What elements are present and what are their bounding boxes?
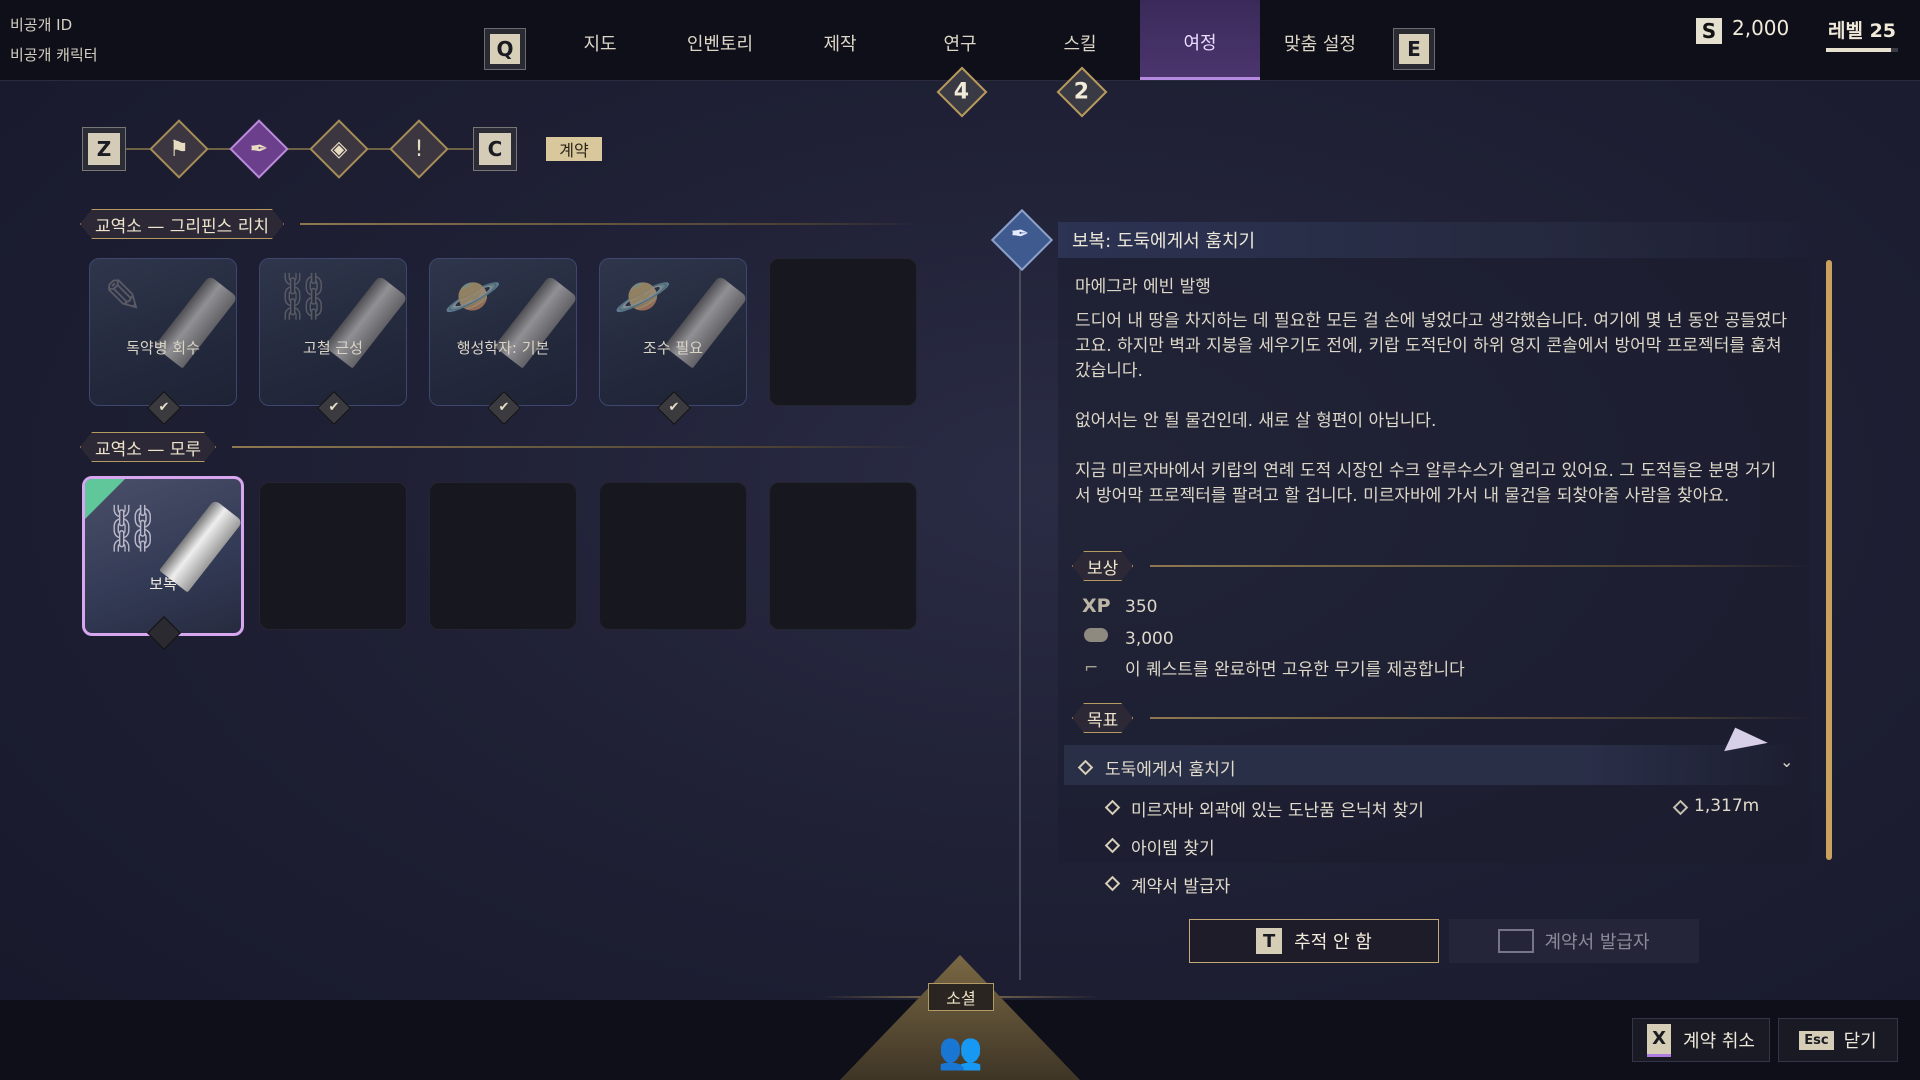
- description-paragraph-1: 드디어 내 땅을 차지하는 데 필요한 모든 걸 손에 넣었다고 생각했습니다.…: [1075, 311, 1788, 381]
- issuer-text: 마에그라 에빈 발행: [1075, 277, 1211, 297]
- currency-icon: S: [1696, 18, 1722, 44]
- card-label: 조수 필요: [643, 339, 703, 357]
- close-label: 닫기: [1843, 1031, 1877, 1052]
- section-header-anvil: 교역소 — 모루: [80, 432, 216, 462]
- card-label: 고철 근성: [303, 339, 363, 357]
- contract-issuer-label: 계약서 발급자: [1544, 932, 1650, 953]
- detail-scrollbar[interactable]: [1826, 260, 1832, 860]
- xp-icon: XP: [1082, 595, 1111, 617]
- level-progress-bar: [1826, 48, 1898, 52]
- weapon-icon: ⌐: [1084, 658, 1099, 678]
- bookmark-tab[interactable]: ⚑: [149, 119, 209, 179]
- contract-card-assistant-needed[interactable]: 🪐 조수 필요: [599, 258, 747, 406]
- xp-reward: 350: [1125, 597, 1158, 617]
- exclamation-icon: !: [414, 136, 424, 162]
- card-label: 행성학자: 기본: [456, 339, 550, 357]
- contract-tab[interactable]: ✒: [229, 119, 289, 179]
- e-key-button[interactable]: E: [1393, 28, 1435, 70]
- card-label: 독약병 회수: [126, 339, 200, 357]
- character-name: 비공개 캐릭터: [10, 46, 98, 64]
- objective-main-label: 도둑에게서 훔치기: [1105, 760, 1236, 780]
- c-key-button[interactable]: C: [473, 127, 517, 171]
- detail-title: 보복: 도둑에게서 훔치기: [1058, 222, 1818, 258]
- objective-diamond-icon: [1104, 875, 1121, 892]
- objectives-header: 목표: [1072, 703, 1133, 733]
- currency-amount: 2,000: [1732, 16, 1790, 40]
- sub-objective-contract-issuer: 계약서 발급자: [1131, 877, 1231, 897]
- subnav-active-label: 계약: [546, 137, 602, 161]
- description-paragraph-2: 없어서는 안 될 물건인데. 새로 살 형편이 아닙니다.: [1075, 411, 1437, 431]
- spacebar-key-icon: [1498, 929, 1535, 953]
- currency-reward: 3,000: [1125, 629, 1174, 649]
- tag-tab[interactable]: ◈: [309, 119, 369, 179]
- close-button[interactable]: Esc 닫기: [1778, 1018, 1898, 1062]
- card-label: 보복: [149, 575, 177, 593]
- section-divider: [1150, 717, 1810, 719]
- empty-contract-slot: [429, 482, 577, 630]
- pen-nib-icon: ✒: [249, 136, 269, 162]
- sub-objective-find-item: 아이템 찾기: [1131, 839, 1215, 859]
- level-label: 레벨 25: [1828, 20, 1897, 42]
- social-label: 소셜: [928, 983, 994, 1011]
- t-key-icon: T: [1256, 928, 1283, 954]
- bookmark-icon: ⚑: [169, 136, 189, 162]
- waypoint-distance: 1,317m: [1694, 796, 1760, 816]
- pen-nib-icon: ✒: [1010, 222, 1030, 247]
- contract-card-planetologist[interactable]: 🪐 행성학자: 기본: [429, 258, 577, 406]
- level-progress-fill: [1826, 48, 1891, 52]
- tab-customization[interactable]: 맞춤 설정: [1260, 0, 1380, 80]
- empty-contract-slot: [769, 258, 917, 406]
- currency-reward-icon: [1084, 628, 1108, 642]
- empty-contract-slot: [259, 482, 407, 630]
- notice-tab[interactable]: !: [389, 119, 449, 179]
- contract-card-scrap-grit[interactable]: ⛓ 고철 근성: [259, 258, 407, 406]
- cancel-contract-button[interactable]: X 계약 취소: [1632, 1018, 1770, 1062]
- q-key-button[interactable]: Q: [484, 28, 526, 70]
- untrack-button[interactable]: T 추적 안 함: [1189, 919, 1439, 963]
- empty-contract-slot: [769, 482, 917, 630]
- section-header-griffins-reach: 교역소 — 그리핀스 리치: [80, 209, 284, 239]
- z-key-button[interactable]: Z: [82, 127, 126, 171]
- section-divider: [1150, 565, 1810, 567]
- x-key-icon: X: [1647, 1023, 1672, 1057]
- tab-crafting[interactable]: 제작: [780, 0, 900, 80]
- rewards-header: 보상: [1072, 551, 1133, 581]
- sub-objective-find-stash: 미르자바 외곽에 있는 도난품 은닉처 찾기: [1131, 801, 1424, 821]
- contract-card-retaliation[interactable]: ⛓ 보복: [82, 476, 244, 636]
- contract-issuer-button[interactable]: 계약서 발급자: [1449, 919, 1699, 963]
- people-icon: 👥: [938, 1031, 983, 1072]
- esc-key-icon: Esc: [1799, 1030, 1834, 1050]
- chevron-down-icon[interactable]: ⌄: [1780, 752, 1793, 771]
- weapon-reward-note: 이 퀘스트를 완료하면 고유한 무기를 제공합니다: [1125, 660, 1465, 680]
- cancel-contract-label: 계약 취소: [1683, 1031, 1755, 1052]
- section-divider: [232, 446, 920, 448]
- tab-inventory[interactable]: 인벤토리: [660, 0, 780, 80]
- section-divider: [300, 223, 920, 225]
- empty-contract-slot: [599, 482, 747, 630]
- untrack-label: 추적 안 함: [1294, 932, 1372, 953]
- tab-map[interactable]: 지도: [540, 0, 660, 80]
- description-paragraph-3: 지금 미르자바에서 키랍의 연례 도적 시장인 수크 알루수스가 열리고 있어요…: [1075, 461, 1777, 506]
- detail-connector-line: [1019, 240, 1021, 980]
- contract-card-poison-vial[interactable]: ✎ 독약병 회수: [89, 258, 237, 406]
- chain-icon: ⛓: [103, 501, 162, 555]
- tab-journey[interactable]: 여정: [1140, 0, 1260, 80]
- tag-icon: ◈: [330, 136, 348, 162]
- account-id: 비공개 ID: [10, 16, 73, 34]
